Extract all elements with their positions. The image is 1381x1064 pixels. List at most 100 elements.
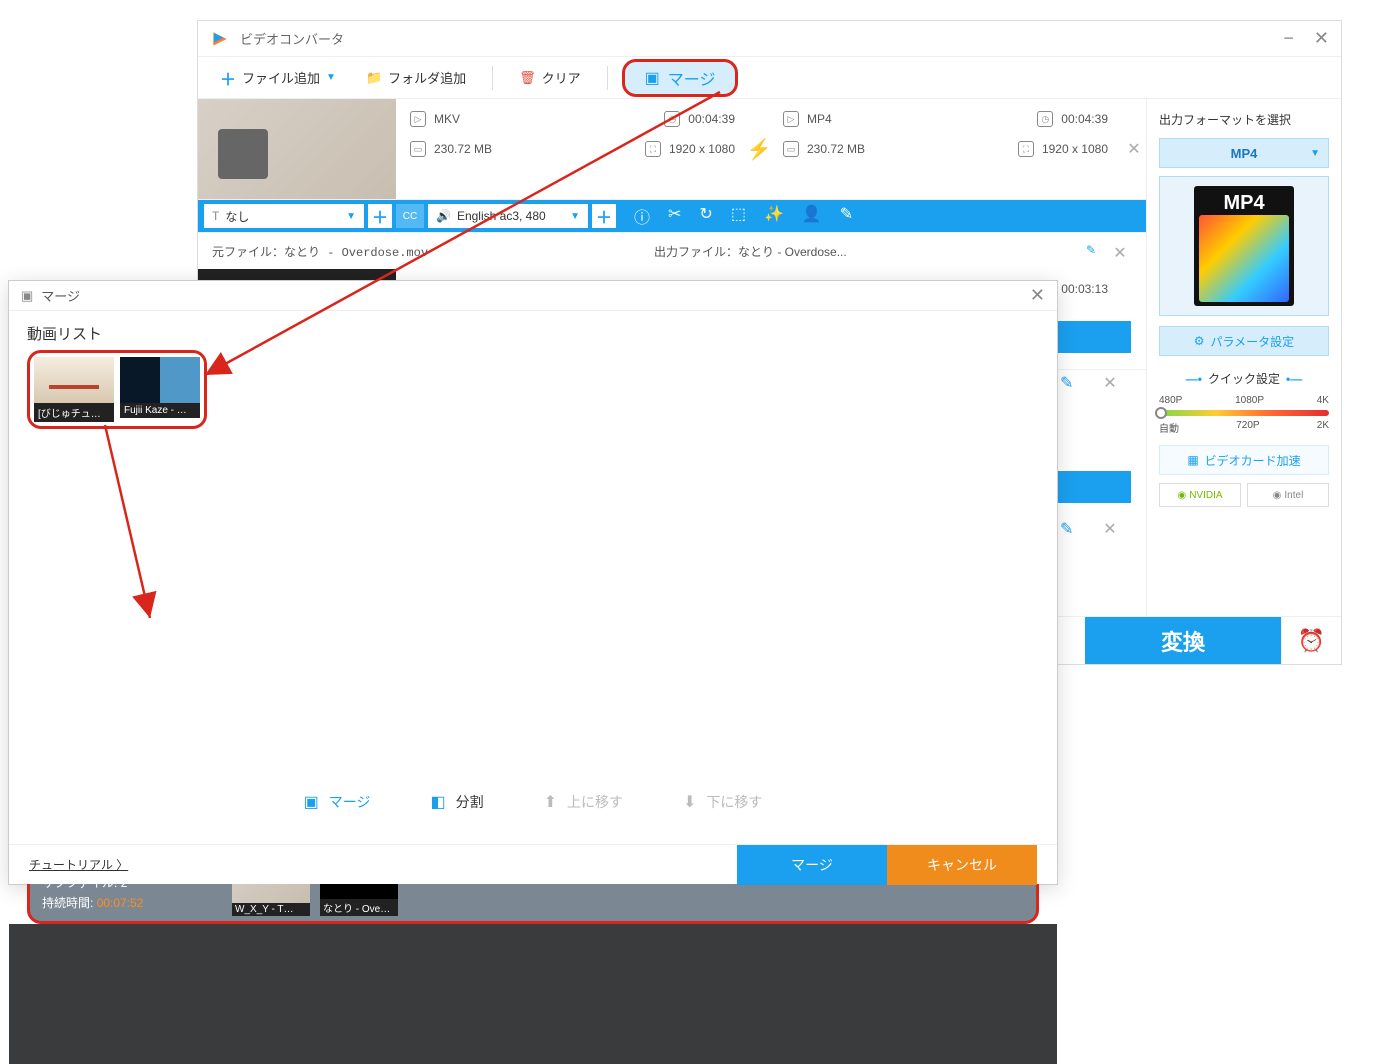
clock-icon: ◷ <box>1037 111 1053 127</box>
format-icon: ▷ <box>410 111 426 127</box>
add-audio-button[interactable]: ＋ <box>592 204 616 228</box>
dialog-body: 動画リスト [びじゅチュー… Fujii Kaze - … ▣ マージ ◧分割 ⬆… <box>9 311 1057 844</box>
nvidia-icon: ◉ <box>1177 490 1186 501</box>
dash-icon: —• <box>1186 372 1202 386</box>
src-res: 1920 x 1080 <box>669 142 735 156</box>
remove-file-button[interactable]: ✕ <box>1108 243 1132 263</box>
video-thumb-list: [びじゅチュー… Fujii Kaze - … <box>27 350 207 429</box>
close-dialog-button[interactable]: ✕ <box>1030 285 1045 306</box>
add-folder-button[interactable]: 📁 フォルダ追加 <box>354 62 478 93</box>
video-thumbnail[interactable] <box>198 99 396 199</box>
remove-file-button[interactable]: ✕ <box>1098 517 1122 541</box>
add-file-button[interactable]: ＋ ファイル追加 ▼ <box>208 60 348 96</box>
split-icon: ◧ <box>430 792 445 812</box>
right-panel: 出力フォーマットを選択 MP4 ▼ MP4 ⚙ パラメータ設定 —• クイック設… <box>1146 99 1341 664</box>
merge-icon: ▣ <box>21 288 33 304</box>
button-label: キャンセル <box>927 855 997 875</box>
intel-icon: ◉ <box>1273 490 1282 501</box>
video-thumb-item[interactable]: [びじゅチュー… <box>34 357 114 422</box>
merge-actions: ▣ マージ ◧分割 ⬆上に移す ⬇下に移す <box>27 782 1039 822</box>
dialog-cancel-button[interactable]: キャンセル <box>887 845 1037 885</box>
param-label: パラメータ設定 <box>1211 333 1295 350</box>
tutorial-link[interactable]: チュートリアル 〉 <box>29 856 128 873</box>
scale-label: 4K <box>1317 395 1329 406</box>
dst-duration: 00:04:39 <box>1061 112 1108 126</box>
dialog-title: マージ <box>41 286 80 305</box>
clock-icon: ⏰ <box>1298 628 1325 654</box>
nvidia-badge: ◉NVIDIA <box>1159 483 1241 507</box>
remove-file-button[interactable] <box>1122 269 1146 369</box>
tool-icons: ⓘ ✂ ↻ ⬚ ✨ 👤 ✎ <box>634 204 853 228</box>
plus-icon: ＋ <box>220 66 236 90</box>
thumbnail-image <box>34 357 114 403</box>
effect-icon[interactable]: ✨ <box>764 204 784 228</box>
dialog-merge-button[interactable]: マージ <box>737 845 887 885</box>
close-button[interactable]: ✕ <box>1314 28 1329 49</box>
cut-icon[interactable]: ✂ <box>668 204 681 228</box>
quick-settings-title: —• クイック設定 •— <box>1159 370 1329 387</box>
app-logo-icon <box>210 29 230 49</box>
scale-label: 1080P <box>1235 395 1264 406</box>
rename-icon[interactable]: ✎ <box>1060 373 1073 393</box>
timeline-area <box>9 924 1057 1064</box>
quality-scale-top: 480P 1080P 4K <box>1159 395 1329 406</box>
thumbnail-image <box>120 357 200 403</box>
intel-badge: ◉Intel <box>1247 483 1329 507</box>
crop-icon[interactable]: ⬚ <box>731 204 746 228</box>
remove-file-button[interactable]: ✕ <box>1122 99 1146 199</box>
format-dropdown[interactable]: MP4 ▼ <box>1159 138 1329 168</box>
action-bar-segment <box>1056 321 1131 353</box>
rotate-icon[interactable]: ↻ <box>699 204 712 228</box>
src-format: MKV <box>434 112 460 126</box>
action-label: マージ <box>329 792 371 812</box>
audio-dropdown[interactable]: 🔊 English ac3, 480 ▼ <box>428 204 588 228</box>
res-icon: ⛶ <box>1018 141 1034 157</box>
panel-title: 出力フォーマットを選択 <box>1159 111 1329 128</box>
chevron-down-icon: ▼ <box>346 211 356 222</box>
pack-duration: 00:07:52 <box>97 896 144 910</box>
schedule-button[interactable]: ⏰ <box>1281 617 1341 664</box>
app-title: ビデオコンバータ <box>240 29 1283 48</box>
button-label: マージ <box>791 855 833 875</box>
add-folder-label: フォルダ追加 <box>388 68 466 87</box>
remove-file-button[interactable]: ✕ <box>1098 371 1122 395</box>
merge-action-button[interactable]: ▣ マージ <box>304 792 371 812</box>
quality-scale-bottom: 自動 720P 2K <box>1159 420 1329 435</box>
dest-column: ▷MP4◷00:04:39 ▭230.72 MB⛶1920 x 1080 <box>769 99 1122 199</box>
slider-handle[interactable] <box>1155 407 1167 419</box>
src-duration: 00:04:39 <box>688 112 735 126</box>
move-down-button[interactable]: ⬇下に移す <box>683 792 762 812</box>
merge-icon: ▣ <box>304 792 319 812</box>
gpu-accel-button[interactable]: ▦ ビデオカード加速 <box>1159 445 1329 475</box>
scale-label: 2K <box>1317 420 1329 435</box>
watermark-icon[interactable]: 👤 <box>802 204 822 228</box>
video-thumb-item[interactable]: Fujii Kaze - … <box>120 357 200 422</box>
video-list-label: 動画リスト <box>27 323 1039 344</box>
rename-icon[interactable]: ✎ <box>1060 519 1073 539</box>
format-value: MP4 <box>1231 146 1258 161</box>
file-row: ▷MKV◷00:04:39 ▭230.72 MB⛶1920 x 1080 ⚡ ▷… <box>198 99 1146 200</box>
nvidia-label: NVIDIA <box>1189 490 1222 501</box>
quality-slider[interactable] <box>1159 410 1329 416</box>
clear-button[interactable]: 🗑 クリア <box>507 62 593 93</box>
minimize-button[interactable]: − <box>1283 28 1294 49</box>
subtitle-dropdown[interactable]: T なし ▼ <box>204 204 364 228</box>
move-up-button[interactable]: ⬆上に移す <box>544 792 623 812</box>
dst-size: 230.72 MB <box>807 142 865 156</box>
split-action-button[interactable]: ◧分割 <box>430 792 483 812</box>
add-subtitle-button[interactable]: ＋ <box>368 204 392 228</box>
edit-icon[interactable]: ✎ <box>840 204 853 228</box>
src-size: 230.72 MB <box>434 142 492 156</box>
scale-label: 720P <box>1236 420 1259 435</box>
merge-button[interactable]: ▣ マージ <box>622 59 739 97</box>
info-icon[interactable]: ⓘ <box>634 204 650 228</box>
convert-button[interactable]: 変換 <box>1085 617 1281 664</box>
dst-duration: 00:03:13 <box>1061 282 1108 296</box>
text-icon: T <box>212 209 219 223</box>
cc-button[interactable]: CC <box>396 204 424 228</box>
parameter-settings-button[interactable]: ⚙ パラメータ設定 <box>1159 326 1329 356</box>
dst-filename: 出力ファイル：なとり - Overdose... <box>654 243 1086 263</box>
balloons-image <box>1199 215 1289 302</box>
action-bar-segment <box>1056 471 1131 503</box>
rename-icon[interactable]: ✎ <box>1086 243 1096 263</box>
